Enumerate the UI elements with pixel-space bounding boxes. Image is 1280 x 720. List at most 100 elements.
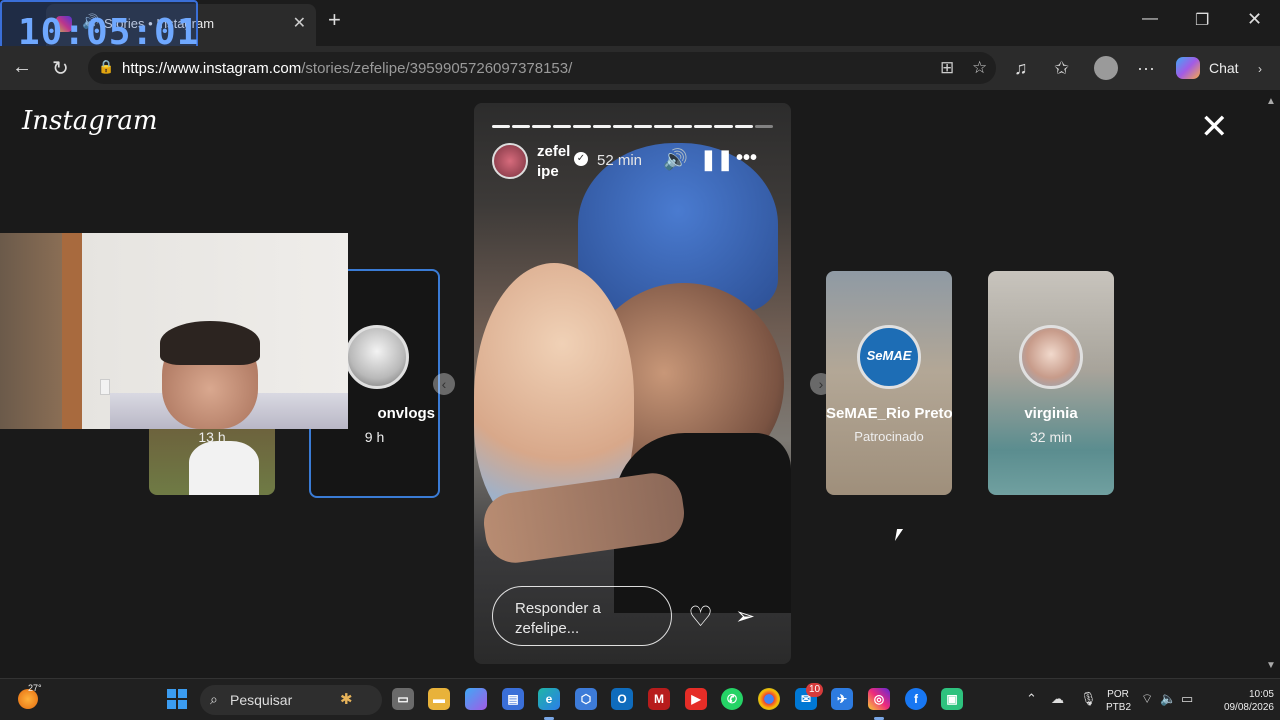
windows-taskbar: 27° ⌕ Pesquisar ✱ ▭ ▬ ▤ e ⬡ O M ▶ ✆ ✉ 10…	[0, 678, 1280, 720]
story-author-avatar[interactable]	[492, 143, 528, 179]
search-placeholder: Pesquisar	[230, 692, 293, 708]
restore-icon[interactable]: ❐	[1195, 10, 1209, 30]
story-author-name[interactable]: zefel ipe	[537, 142, 575, 182]
new-tab-button[interactable]: +	[328, 9, 341, 31]
search-highlight-icon: ✱	[340, 691, 353, 708]
settings-app-icon[interactable]: ⬡	[575, 688, 597, 710]
close-stories-button[interactable]: ✕	[1200, 110, 1229, 144]
tab-close-icon[interactable]: ✕	[293, 13, 306, 33]
address-bar[interactable]: 🔒 https://www.instagram.com/stories/zefe…	[88, 52, 996, 84]
story-preview-card[interactable]: SeMAE SeMAE_Rio Preto Patrocinado	[826, 271, 952, 495]
story-progress-segment	[673, 125, 693, 128]
sidebar-toggle-icon[interactable]: ›	[1258, 62, 1262, 76]
outlook-icon[interactable]: O	[611, 688, 633, 710]
story-progress-segment	[653, 125, 672, 128]
story-preview-time: 32 min	[1029, 429, 1073, 445]
microphone-icon[interactable]: 🎙	[1080, 691, 1097, 707]
volume-icon[interactable]: 🔊	[663, 147, 688, 172]
wifi-icon[interactable]: ⌔	[1141, 691, 1153, 707]
semae-logo-avatar: SeMAE	[857, 325, 921, 389]
story-progress-segment	[754, 125, 774, 128]
taskbar-search[interactable]: ⌕ Pesquisar ✱	[200, 685, 382, 715]
media-control-icon[interactable]: ♫	[1014, 58, 1028, 79]
copilot-icon[interactable]	[1176, 57, 1200, 79]
task-view-icon[interactable]: ▭	[392, 688, 414, 710]
scroll-down-icon[interactable]: ▼	[1266, 660, 1276, 671]
favorites-icon[interactable]: ✩	[1054, 58, 1069, 79]
back-icon[interactable]: ←	[12, 56, 32, 79]
more-options-icon[interactable]: ···	[1137, 58, 1155, 79]
browser-toolbar: ← ↻ 🔒 https://www.instagram.com/stories/…	[0, 46, 1280, 90]
page-scrollbar[interactable]: ▲ ▼	[1262, 90, 1280, 678]
verified-badge-icon: ✓	[574, 152, 588, 166]
story-viewer[interactable]: zefel ipe ✓ 52 min 🔊 ❚❚ ••• Responder a ze…	[474, 103, 791, 664]
youtube-icon[interactable]: ▶	[685, 688, 707, 710]
window-close-icon[interactable]: ✕	[1247, 9, 1262, 30]
preview-photo	[189, 441, 259, 495]
story-preview-card[interactable]: virginia 32 min	[988, 271, 1114, 495]
notification-badge: 10	[806, 683, 824, 697]
story-preview-avatar	[1019, 325, 1083, 389]
webcam-light-switch	[100, 379, 110, 395]
instagram-logo[interactable]: Instagram	[22, 106, 158, 136]
whatsapp-icon[interactable]: ✆	[721, 688, 743, 710]
story-progress-segment	[532, 125, 551, 128]
previous-story-chevron-icon[interactable]: ‹	[433, 373, 455, 395]
story-progress-segment	[572, 125, 592, 128]
story-progress-segment	[552, 125, 571, 128]
chrome-icon[interactable]	[758, 688, 780, 710]
story-progress-segment	[613, 125, 632, 128]
scroll-up-icon[interactable]: ▲	[1266, 96, 1276, 107]
weather-temperature: 27°	[28, 683, 42, 693]
like-heart-icon[interactable]: ♡	[688, 600, 713, 633]
chat-button[interactable]: Chat	[1209, 60, 1239, 76]
file-explorer-icon[interactable]: ▬	[428, 688, 450, 710]
story-progress-segment	[492, 125, 511, 128]
story-progress-segment	[633, 125, 652, 128]
start-button[interactable]	[167, 689, 187, 709]
store-icon[interactable]: ▤	[502, 688, 524, 710]
edge-icon[interactable]: e	[538, 688, 560, 710]
input-language[interactable]: POR PTB2	[1106, 688, 1131, 714]
story-progress-segment	[694, 125, 713, 128]
taskbar-clock[interactable]: 10:05 09/08/2026	[1206, 688, 1274, 714]
reload-icon[interactable]: ↻	[52, 56, 69, 81]
favorite-star-icon[interactable]: ☆	[972, 58, 987, 78]
mcafee-icon[interactable]: M	[648, 688, 670, 710]
story-preview-sponsored: Patrocinado	[854, 429, 924, 444]
story-time: 52 min	[597, 152, 643, 169]
story-progress-segment	[593, 125, 612, 128]
story-preview-time: 9 h	[364, 429, 385, 445]
webcam-overlay	[0, 233, 348, 429]
more-options-icon[interactable]: •••	[736, 147, 757, 170]
url-text: https://www.instagram.com/stories/zefeli…	[122, 60, 573, 77]
story-preview-name: SeMAE_Rio Preto	[826, 405, 952, 422]
story-preview-avatar	[345, 325, 409, 389]
send-icon[interactable]: ➢	[735, 602, 755, 631]
volume-tray-icon[interactable]: 🔈	[1160, 691, 1176, 707]
lock-icon[interactable]: 🔒	[98, 59, 114, 75]
story-progress-segment	[714, 125, 733, 128]
profile-avatar[interactable]	[1094, 56, 1118, 80]
onedrive-icon[interactable]: ☁	[1051, 691, 1064, 707]
facebook-icon[interactable]: f	[905, 688, 927, 710]
story-preview-name: virginia	[1024, 405, 1078, 422]
app-available-icon[interactable]: ⊞	[940, 58, 954, 78]
pause-icon[interactable]: ❚❚	[700, 147, 734, 172]
story-progress-segment	[512, 125, 531, 128]
battery-icon[interactable]: ▭	[1181, 691, 1193, 707]
tray-overflow-icon[interactable]: ⌃	[1026, 691, 1037, 707]
webcam-person-hair	[160, 321, 260, 365]
instagram-app-icon[interactable]: ◎	[868, 688, 890, 710]
story-progress-bar	[492, 125, 774, 128]
messaging-icon[interactable]: ✈	[831, 688, 853, 710]
webcam-door	[62, 233, 82, 429]
reply-input[interactable]: Responder a zefelipe...	[492, 586, 672, 646]
copilot-app-icon[interactable]	[465, 688, 487, 710]
search-icon: ⌕	[210, 691, 218, 707]
minimize-icon[interactable]: —	[1142, 10, 1158, 28]
mouse-cursor	[894, 529, 904, 541]
reply-placeholder: Responder a zefelipe...	[515, 600, 601, 637]
story-progress-segment	[734, 125, 753, 128]
app-icon[interactable]: ▣	[941, 688, 963, 710]
